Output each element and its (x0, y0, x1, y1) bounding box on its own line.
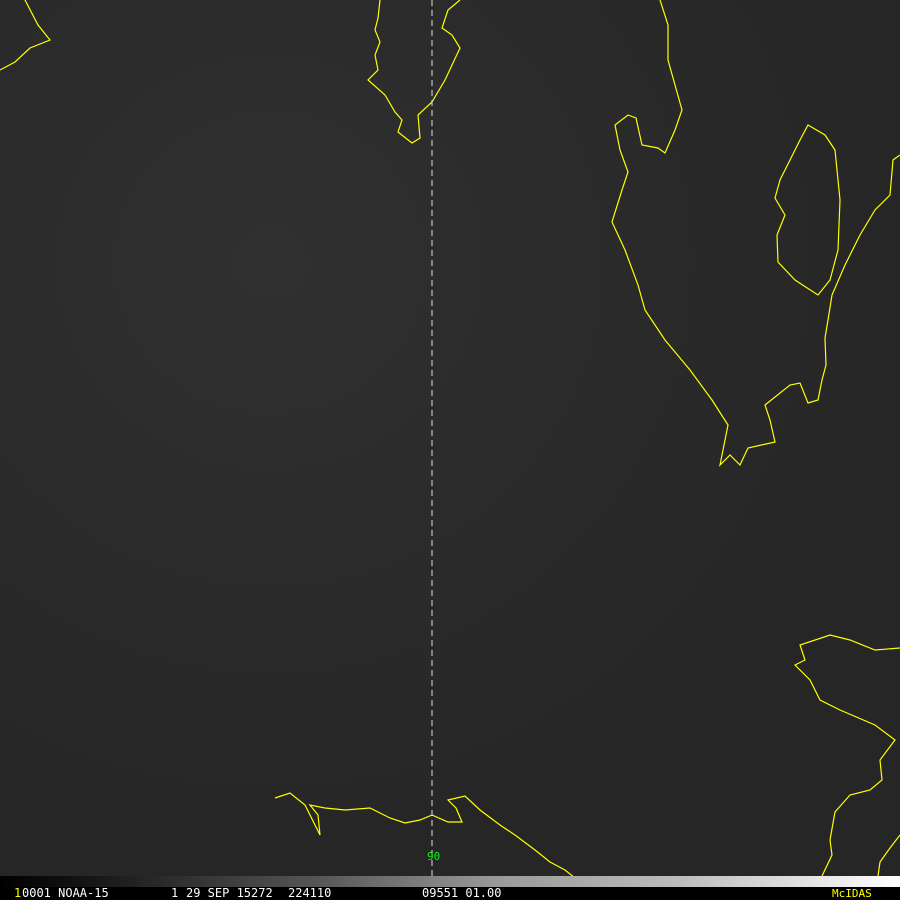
coastline-peninsula (367, 0, 461, 144)
coastline-lake (774, 124, 841, 296)
image-id: 0001 NOAA-15 (22, 886, 109, 900)
time: 224110 (288, 886, 332, 900)
coastline-east (611, 0, 900, 467)
meridian-label: 90 (427, 850, 441, 863)
center-info: 09551 01.00 (422, 886, 502, 900)
satellite-image-viewer: 90 1 0001 NOAA-15 1 29 SEP 15272 224110 … (0, 0, 900, 900)
frame-number: 1 (14, 886, 22, 900)
map-overlay (0, 0, 900, 876)
coastline-se2 (877, 834, 900, 876)
coastline-south (274, 792, 574, 876)
status-bar: 1 0001 NOAA-15 1 29 SEP 15272 224110 095… (0, 887, 900, 900)
coastlines (0, 0, 900, 876)
coastline-se (793, 634, 900, 876)
date: 29 SEP 15272 (186, 886, 273, 900)
coastline-nw (0, 0, 51, 71)
band: 1 (171, 886, 179, 900)
mcidas-brand: McIDAS (832, 887, 872, 900)
